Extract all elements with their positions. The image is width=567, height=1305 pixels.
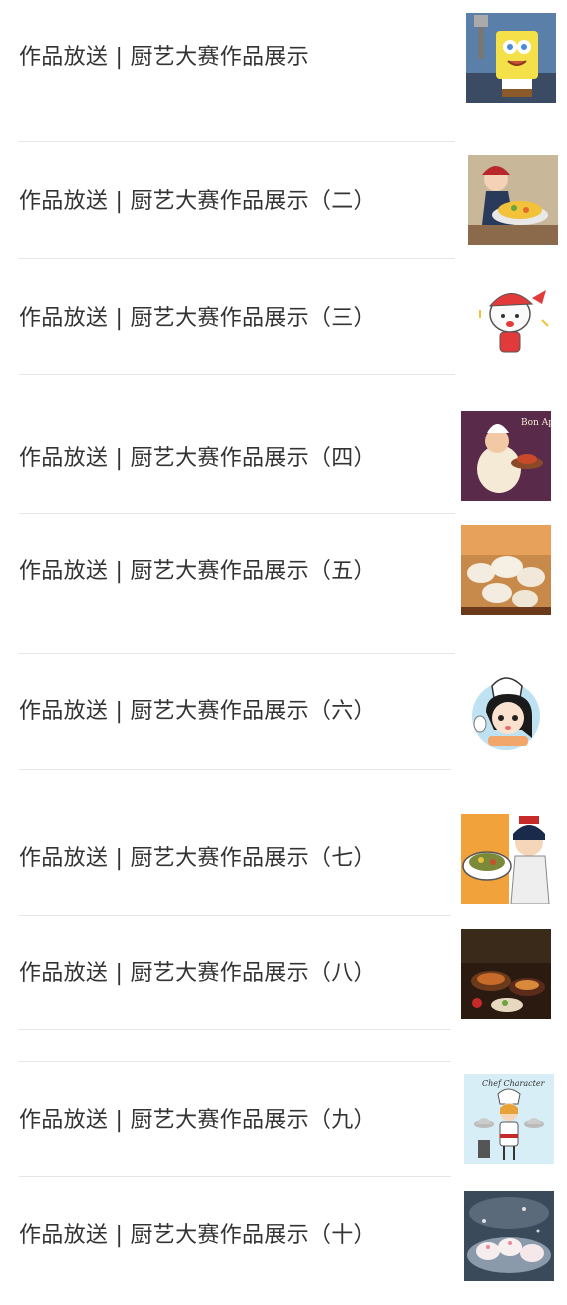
article-row[interactable]: 作品放送 | 厨艺大赛作品展示（九） Chef Character (0, 1062, 567, 1177)
article-thumbnail (461, 525, 551, 615)
chef-girl-icon (466, 672, 552, 756)
article-title: 作品放送 | 厨艺大赛作品展示（九） (19, 1108, 376, 1133)
article-title: 作品放送 | 厨艺大赛作品展示（二） (19, 189, 376, 214)
article-row[interactable]: 作品放送 | 厨艺大赛作品展示（五） (0, 514, 567, 654)
cute-chef-sticker-icon (466, 274, 556, 360)
bon-appetit-text: Bon Appetit (521, 418, 551, 428)
article-thumbnail (466, 274, 556, 360)
article-title: 作品放送 | 厨艺大赛作品展示（四） (19, 446, 376, 471)
article-thumbnail (466, 13, 556, 103)
article-thumbnail: Bon Appetit (461, 411, 551, 501)
chef-character-text: Chef Character (482, 1079, 546, 1088)
anime-cook-icon (461, 814, 551, 904)
bon-appetit-chef-icon: Bon Appetit (461, 411, 551, 501)
article-title: 作品放送 | 厨艺大赛作品展示（八） (19, 961, 376, 986)
article-row[interactable]: 作品放送 | 厨艺大赛作品展示（六） (0, 654, 567, 770)
article-thumbnail (461, 929, 551, 1019)
article-title: 作品放送 | 厨艺大赛作品展示（七） (19, 846, 376, 871)
article-thumbnail (461, 814, 551, 904)
steamed-buns-icon (464, 1191, 554, 1281)
article-row[interactable]: 作品放送 | 厨艺大赛作品展示（四） Bon Appetit (0, 375, 567, 514)
article-thumbnail: Chef Character (464, 1074, 554, 1164)
feast-table-icon (461, 929, 551, 1019)
article-title: 作品放送 | 厨艺大赛作品展示（五） (19, 559, 376, 584)
row-divider (19, 1029, 451, 1030)
article-title: 作品放送 | 厨艺大赛作品展示（三） (19, 306, 376, 331)
article-row[interactable]: 作品放送 | 厨艺大赛作品展示（八） (0, 916, 567, 1062)
spongebob-chef-icon (466, 13, 556, 103)
article-row[interactable]: 作品放送 | 厨艺大赛作品展示（七） (0, 800, 567, 916)
chef-character-icon: Chef Character (464, 1074, 554, 1164)
article-title: 作品放送 | 厨艺大赛作品展示（十） (19, 1223, 376, 1248)
article-thumbnail (464, 1191, 554, 1281)
article-title: 作品放送 | 厨艺大赛作品展示（六） (19, 699, 376, 724)
article-title: 作品放送 | 厨艺大赛作品展示 (19, 45, 309, 70)
article-row[interactable]: 作品放送 | 厨艺大赛作品展示（二） (0, 142, 567, 259)
anime-chef-icon (468, 155, 558, 245)
article-thumbnail (466, 672, 552, 756)
article-row[interactable]: 作品放送 | 厨艺大赛作品展示（三） (0, 259, 567, 375)
row-divider (19, 769, 451, 770)
article-thumbnail (468, 155, 558, 245)
article-row[interactable]: 作品放送 | 厨艺大赛作品展示（十） (0, 1177, 567, 1305)
article-row[interactable]: 作品放送 | 厨艺大赛作品展示 (0, 0, 567, 142)
dumplings-icon (461, 525, 551, 615)
